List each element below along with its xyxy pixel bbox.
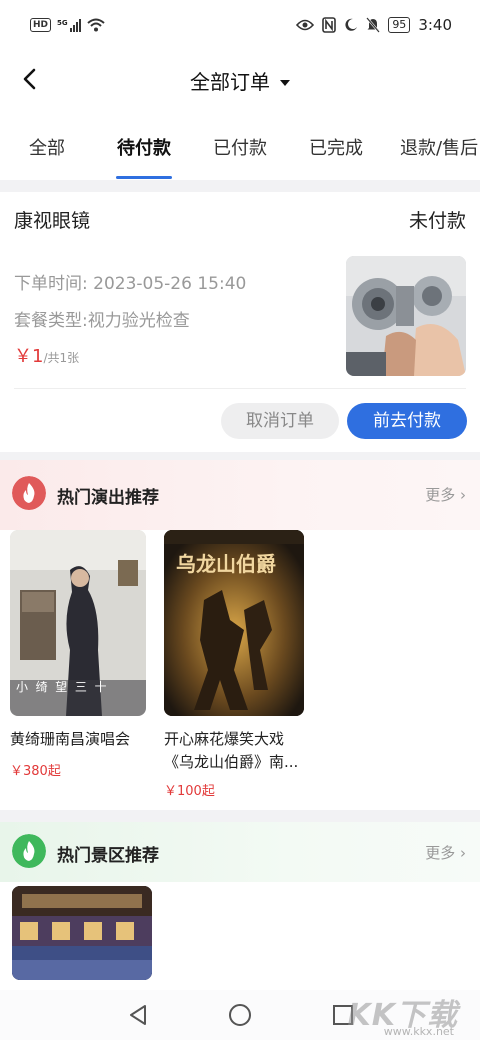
caret-down-icon (280, 79, 290, 86)
tab-paid[interactable]: 已付款 (213, 134, 267, 160)
poster-text: 小 绮 望 三 十 (16, 680, 107, 694)
top-nav: 全部订单 (0, 54, 480, 106)
package-type: 套餐类型:视力验光检查 (14, 311, 190, 331)
more-label: 更多 (425, 486, 456, 504)
eye-icon (296, 19, 315, 31)
wifi-icon (86, 18, 105, 32)
show-poster-1[interactable]: 小 绮 望 三 十 (10, 530, 146, 716)
cancel-order-button[interactable]: 取消订单 (221, 403, 339, 439)
mute-bell-icon (366, 17, 381, 33)
nfc-icon (322, 17, 337, 33)
status-bar: HD 5G 95 3:40 (0, 0, 480, 54)
nav-back-icon[interactable] (126, 1002, 152, 1028)
hot-scenic-title: 热门景区推荐 (57, 846, 159, 866)
hot-scenic-section: 热门景区推荐 更多 › (0, 822, 480, 990)
status-left: HD 5G (30, 18, 105, 32)
flame-icon (12, 476, 46, 510)
tab-refund[interactable]: 退款/售后 (400, 134, 478, 160)
hot-shows-more-link[interactable]: 更多 › (425, 484, 466, 505)
moon-icon (345, 18, 358, 31)
show-name-2-line1: 开心麻花爆笑大戏 (164, 730, 285, 748)
chevron-right-icon: › (460, 486, 466, 504)
order-tabs: 全部 待付款 已付款 已完成 退款/售后 (0, 106, 480, 180)
chevron-right-icon: › (460, 844, 466, 862)
ticket-count: /共1张 (43, 351, 80, 365)
watermark-url: www.kkx.net (383, 1025, 454, 1038)
tab-pending-payment[interactable]: 待付款 (117, 134, 171, 160)
order-card[interactable]: 康视眼镜 未付款 下单时间: 2023-05-26 15:40 套餐类型:视力验… (0, 192, 480, 452)
show-name-2-line2: 《乌龙山伯爵》南... (164, 753, 299, 771)
order-price: ￥1/共1张 (14, 342, 79, 368)
signal-icon: 5G (57, 18, 81, 32)
order-filter-dropdown[interactable]: 全部订单 (0, 66, 480, 95)
shop-name: 康视眼镜 (14, 210, 91, 232)
price-amount: ￥1 (14, 346, 44, 367)
active-tab-indicator (116, 176, 172, 179)
eye-exam-image (346, 256, 466, 376)
show-name-2[interactable]: 开心麻花爆笑大戏 《乌龙山伯爵》南... (164, 728, 298, 774)
show-name-1[interactable]: 黄绮珊南昌演唱会 (10, 728, 130, 751)
battery-icon: 95 (388, 17, 411, 33)
show-poster-2[interactable]: 乌龙山伯爵 (164, 530, 304, 716)
product-thumbnail (346, 256, 466, 376)
show-price-2: ￥100起 (164, 784, 215, 799)
pay-now-button[interactable]: 前去付款 (347, 403, 467, 439)
orders-page: HD 5G 95 3:40 全部订单 全部 待付款 已付款 已完成 退款/售后 … (0, 0, 480, 1040)
tab-completed[interactable]: 已完成 (309, 134, 363, 160)
status-right: 95 3:40 (296, 16, 452, 34)
poster-text: 乌龙山伯爵 (176, 552, 276, 576)
hot-scenic-more-link[interactable]: 更多 › (425, 842, 466, 863)
hot-shows-title: 热门演出推荐 (57, 488, 159, 508)
order-status: 未付款 (408, 210, 466, 232)
hot-shows-section: 热门演出推荐 更多 › 小 绮 望 三 十 黄绮珊南昌演唱会 ￥380起 乌龙山… (0, 460, 480, 810)
show-price-1: ￥380起 (10, 764, 61, 779)
hd-indicator: HD (30, 18, 52, 32)
flame-icon (12, 834, 46, 868)
clock: 3:40 (418, 16, 452, 34)
scenic-thumbnail[interactable] (12, 886, 152, 980)
nav-home-icon[interactable] (227, 1002, 253, 1028)
more-label: 更多 (425, 844, 456, 862)
divider (14, 388, 466, 389)
scenic-night-image (12, 886, 152, 980)
network-type: 5G (57, 18, 68, 27)
order-time: 下单时间: 2023-05-26 15:40 (14, 274, 247, 294)
tab-all[interactable]: 全部 (29, 134, 65, 160)
page-title: 全部订单 (190, 70, 270, 94)
